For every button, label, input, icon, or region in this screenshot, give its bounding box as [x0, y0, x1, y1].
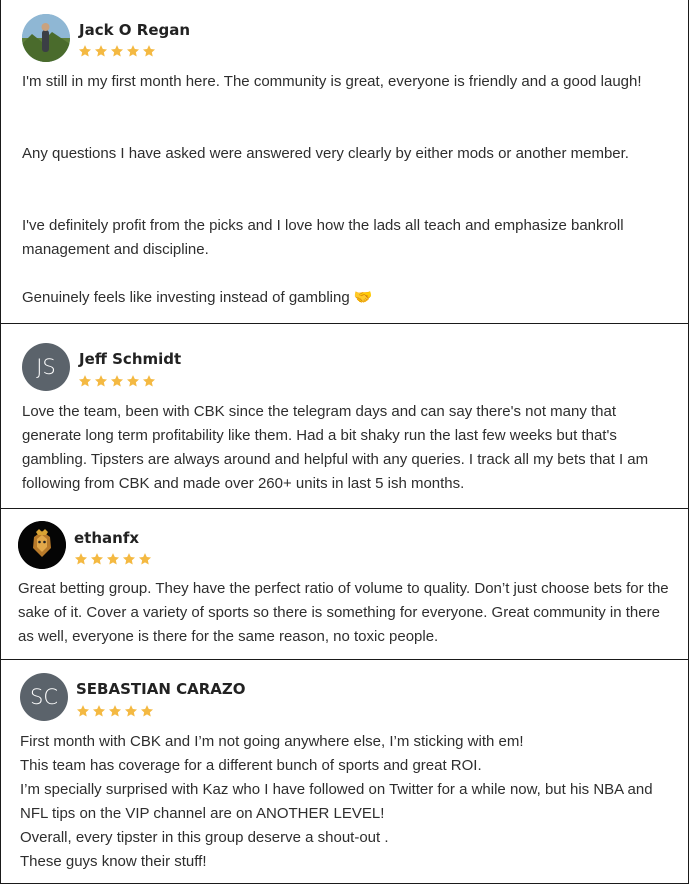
star-icon	[126, 375, 140, 387]
star-icon	[94, 45, 108, 57]
star-icon	[142, 45, 156, 57]
star-icon	[108, 705, 122, 717]
rating-stars	[74, 552, 152, 566]
review-paragraph: Any questions I have asked were answered…	[22, 145, 629, 162]
reviewer-name: ethanfx	[74, 529, 140, 547]
star-icon	[140, 705, 154, 717]
reviewer-name: SEBASTIAN CARAZO	[76, 680, 246, 698]
star-icon	[74, 553, 88, 565]
review-card: Jack O Regan I'm still in my first month…	[0, 0, 689, 324]
reviews-list: Jack O Regan I'm still in my first month…	[0, 0, 691, 884]
reviewer-name: Jack O Regan	[79, 21, 191, 39]
star-icon	[106, 553, 120, 565]
star-icon	[122, 553, 136, 565]
review-card: JS Jeff Schmidt Love the team, been with…	[0, 324, 689, 509]
review-paragraph: Overall, every tipster in this group des…	[20, 829, 389, 846]
review-paragraph: I'm still in my first month here. The co…	[22, 73, 642, 90]
review-card: SC SEBASTIAN CARAZO First month with CBK…	[0, 660, 689, 884]
star-icon	[126, 45, 140, 57]
star-icon	[124, 705, 138, 717]
avatar[interactable]: SC	[20, 673, 68, 721]
star-icon	[78, 375, 92, 387]
star-icon	[110, 375, 124, 387]
avatar[interactable]	[18, 521, 66, 569]
review-card: ethanfx Great betting group. They have t…	[0, 509, 689, 660]
review-paragraph: These guys know their stuff!	[20, 853, 207, 870]
review-text: Love the team, been with CBK since the t…	[22, 403, 649, 492]
star-icon	[90, 553, 104, 565]
avatar[interactable]	[22, 14, 70, 62]
star-icon	[76, 705, 90, 717]
star-icon	[78, 45, 92, 57]
review-paragraph: I’m specially surprised with Kaz who I h…	[20, 781, 653, 822]
avatar[interactable]: JS	[22, 343, 70, 391]
star-icon	[142, 375, 156, 387]
rating-stars	[78, 374, 156, 388]
review-paragraph: I've definitely profit from the picks an…	[22, 217, 624, 258]
star-icon	[92, 705, 106, 717]
rating-stars	[76, 704, 154, 718]
review-paragraph: First month with CBK and I’m not going a…	[20, 733, 524, 750]
star-icon	[94, 375, 108, 387]
review-paragraph: This team has coverage for a different b…	[20, 757, 482, 774]
review-paragraph: Genuinely feels like investing instead o…	[22, 289, 373, 306]
landscape-photo-avatar	[22, 14, 70, 62]
star-icon	[110, 45, 124, 57]
lion-logo-avatar	[18, 521, 66, 569]
star-icon	[138, 553, 152, 565]
review-text: Great betting group. They have the perfe…	[18, 580, 669, 645]
avatar-initials: SC	[30, 685, 58, 709]
rating-stars	[78, 44, 156, 58]
reviewer-name: Jeff Schmidt	[79, 350, 182, 368]
avatar-initials: JS	[36, 355, 56, 379]
